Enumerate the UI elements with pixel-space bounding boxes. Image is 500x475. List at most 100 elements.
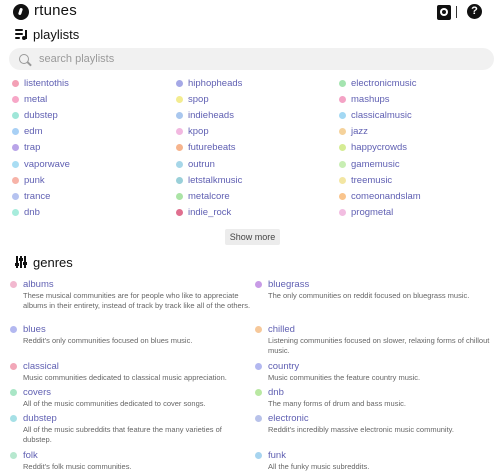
search-input[interactable] — [39, 53, 459, 65]
search-bar[interactable] — [9, 48, 494, 70]
genre-item[interactable]: blues Reddit's only communities focused o… — [10, 323, 251, 346]
playlist-item[interactable]: punk — [12, 173, 45, 187]
playlist-color-dot — [339, 209, 346, 217]
genre-name[interactable]: chilled — [268, 324, 295, 335]
playlist-item[interactable]: electronicmusic — [339, 76, 416, 90]
genre-item[interactable]: dnb The many forms of drum and bass music… — [255, 386, 490, 409]
playlist-label: outrun — [188, 158, 215, 170]
genre-item[interactable]: chilled Listening communities focused on … — [255, 323, 490, 356]
genre-name-row[interactable]: bluegrass — [255, 278, 490, 290]
help-icon[interactable]: ? — [467, 4, 482, 19]
genre-name[interactable]: blues — [23, 324, 46, 335]
playlist-item[interactable]: progmetal — [339, 206, 393, 220]
genre-name[interactable]: folk — [23, 450, 38, 461]
playlist-item[interactable]: edm — [12, 125, 42, 139]
playlist-item[interactable]: treemusic — [339, 173, 392, 187]
genre-name[interactable]: country — [268, 361, 299, 372]
playlist-item[interactable]: indie_rock — [176, 206, 231, 220]
genre-item[interactable]: bluegrass The only communities on reddit … — [255, 278, 490, 301]
playlist-label: gamemusic — [351, 158, 400, 170]
playlist-color-dot — [12, 95, 19, 103]
playlist-item[interactable]: outrun — [176, 157, 215, 171]
genre-item[interactable]: albums These musical communities are for … — [10, 278, 251, 311]
playlist-color-dot — [12, 144, 19, 152]
divider — [456, 6, 457, 18]
playlist-item[interactable]: mashups — [339, 92, 390, 106]
playlist-item[interactable]: kpop — [176, 125, 209, 139]
genre-name[interactable]: electronic — [268, 413, 309, 424]
genre-name[interactable]: classical — [23, 361, 59, 372]
genre-item[interactable]: folk Reddit's folk music communities. — [10, 449, 251, 472]
genre-name-row[interactable]: blues — [10, 323, 251, 335]
genre-description: All of the music subreddits that feature… — [23, 425, 222, 444]
genre-name[interactable]: funk — [268, 450, 286, 461]
music-logo-icon[interactable] — [13, 4, 29, 20]
playlist-label: treemusic — [351, 174, 393, 186]
playlist-label: vaporwave — [24, 158, 70, 170]
playlist-color-dot — [339, 192, 346, 200]
playlist-item[interactable]: vaporwave — [12, 157, 70, 171]
playlist-item[interactable]: happycrowds — [339, 141, 407, 155]
playlist-color-dot — [339, 128, 346, 136]
genre-name-row[interactable]: classical — [10, 360, 251, 372]
playlist-item[interactable]: trance — [12, 189, 50, 203]
playlist-item[interactable]: spop — [176, 92, 209, 106]
playlist-item[interactable]: comeonandslam — [339, 189, 421, 203]
genre-name[interactable]: bluegrass — [268, 279, 309, 290]
playlist-item[interactable]: dubstep — [12, 108, 58, 122]
genre-name-row[interactable]: chilled — [255, 323, 490, 335]
genre-name-row[interactable]: covers — [10, 386, 251, 398]
playlist-color-dot — [176, 209, 183, 217]
genre-name[interactable]: albums — [23, 279, 54, 290]
genre-name-row[interactable]: albums — [10, 278, 251, 290]
genre-item[interactable]: covers All of the music communities dedic… — [10, 386, 251, 409]
playlist-item[interactable]: jazz — [339, 125, 368, 139]
search-icon — [19, 54, 29, 64]
playlist-color-dot — [12, 209, 19, 217]
genre-name-row[interactable]: dubstep — [10, 412, 251, 424]
genre-name[interactable]: dubstep — [23, 413, 57, 424]
playlist-item[interactable]: metal — [12, 92, 47, 106]
playlist-color-dot — [176, 144, 183, 152]
genre-item[interactable]: funk All the funky music subreddits. — [255, 449, 490, 472]
genre-name-row[interactable]: country — [255, 360, 490, 372]
genre-item[interactable]: country Music communities the feature cou… — [255, 360, 490, 383]
genre-description: Reddit's folk music communities. — [23, 462, 132, 471]
playlist-item[interactable]: hiphopheads — [176, 76, 242, 90]
playlist-item[interactable]: indieheads — [176, 108, 234, 122]
playlist-label: dubstep — [24, 109, 58, 121]
playlist-label: trap — [24, 142, 41, 154]
playlist-icon — [15, 28, 27, 40]
genres-section-header: genres — [15, 253, 73, 271]
genre-description: Reddit's only communities focused on blu… — [23, 336, 193, 345]
playlist-color-dot — [12, 79, 19, 87]
genre-item[interactable]: dubstep All of the music subreddits that … — [10, 412, 251, 445]
genre-name-row[interactable]: dnb — [255, 386, 490, 398]
genre-item[interactable]: classical Music communities dedicated to … — [10, 360, 251, 383]
github-icon[interactable] — [437, 5, 451, 20]
playlist-label: mashups — [351, 93, 390, 105]
genre-name[interactable]: dnb — [268, 387, 284, 398]
playlist-item[interactable]: gamemusic — [339, 157, 400, 171]
playlist-item[interactable]: metalcore — [176, 189, 230, 203]
genre-color-dot — [255, 414, 262, 422]
genre-name[interactable]: covers — [23, 387, 51, 398]
playlist-color-dot — [12, 176, 19, 184]
playlist-item[interactable]: dnb — [12, 206, 40, 220]
genre-item[interactable]: electronic Reddit's incredibly massive el… — [255, 412, 490, 435]
playlist-item[interactable]: classicalmusic — [339, 108, 412, 122]
show-more-button[interactable]: Show more — [225, 229, 280, 245]
genres-heading: genres — [33, 254, 73, 270]
playlist-item[interactable]: futurebeats — [176, 141, 236, 155]
playlist-color-dot — [339, 160, 346, 168]
playlist-item[interactable]: listentothis — [12, 76, 69, 90]
playlist-item[interactable]: letstalkmusic — [176, 173, 242, 187]
genre-color-dot — [255, 362, 262, 370]
playlist-label: listentothis — [24, 77, 69, 89]
app-title[interactable]: rtunes — [34, 2, 77, 19]
genre-description: Music communities the feature country mu… — [268, 373, 421, 382]
genre-name-row[interactable]: electronic — [255, 412, 490, 424]
genre-name-row[interactable]: funk — [255, 449, 490, 461]
playlist-item[interactable]: trap — [12, 141, 40, 155]
genre-name-row[interactable]: folk — [10, 449, 251, 461]
